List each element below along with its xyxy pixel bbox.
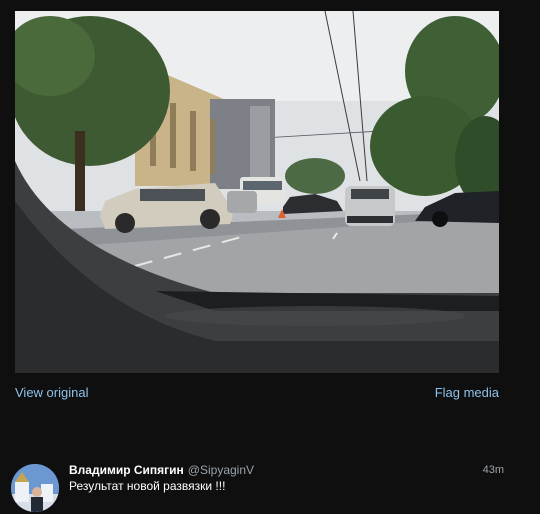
author-name[interactable]: Владимир Сипягин @SipyaginV	[69, 463, 254, 477]
author-display-name[interactable]: Владимир Сипягин	[69, 463, 184, 477]
tweet-timestamp[interactable]: 43m	[483, 464, 504, 476]
avatar[interactable]	[11, 464, 59, 512]
view-original-link[interactable]: View original	[15, 385, 88, 400]
tweet-media-photo[interactable]	[15, 11, 499, 373]
author-handle[interactable]: @SipyaginV	[188, 463, 254, 477]
flag-media-link[interactable]: Flag media	[435, 385, 499, 400]
tweet-text: Результат новой развязки !!!	[69, 479, 226, 493]
